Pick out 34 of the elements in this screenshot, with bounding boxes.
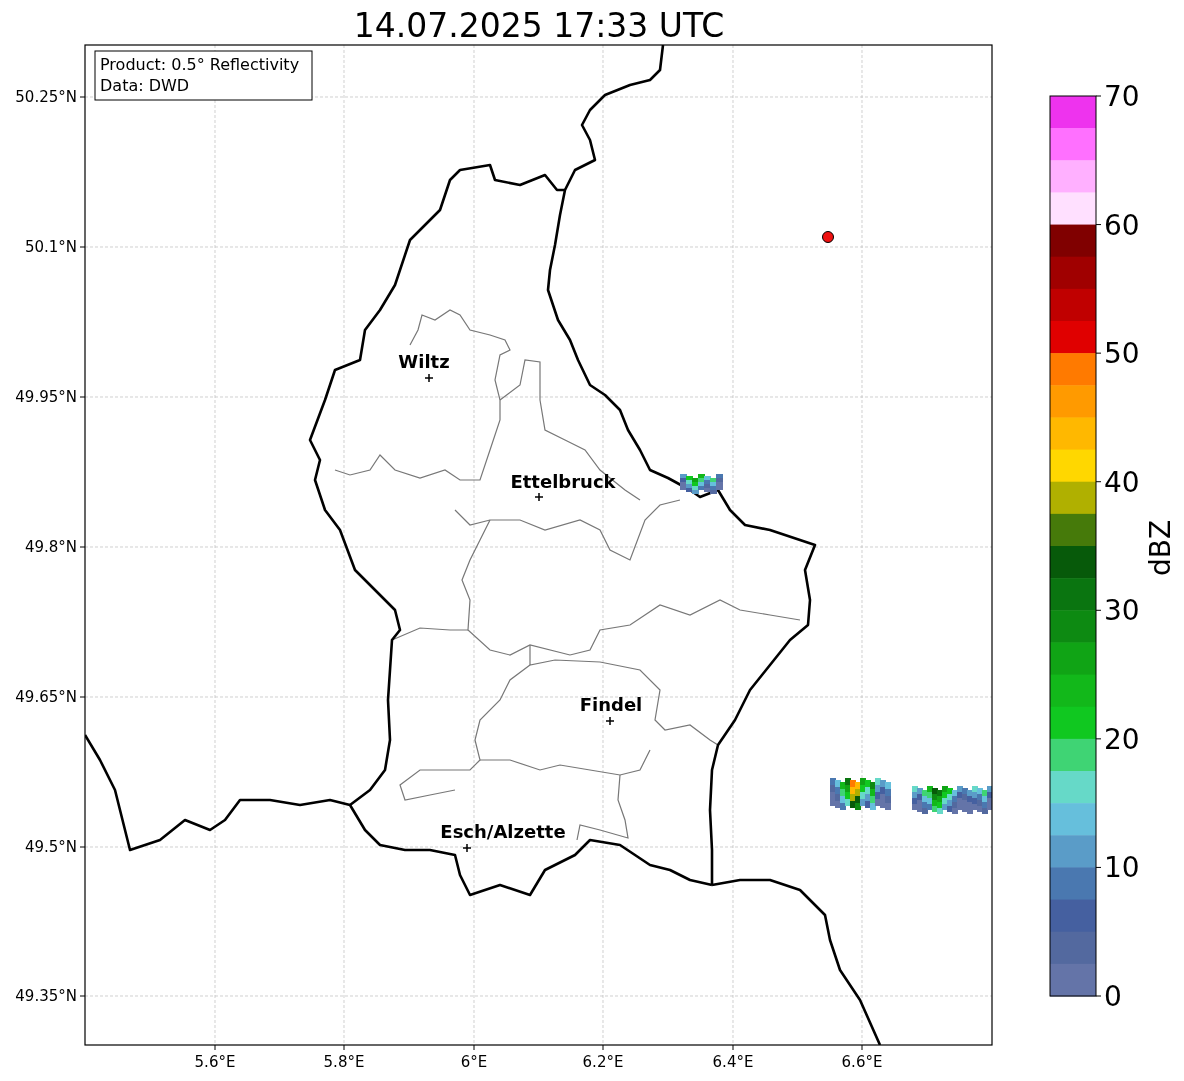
- axis-tick-label: 49.65°N: [15, 688, 77, 706]
- axis-tick-label: 6.2°E: [582, 1053, 624, 1071]
- axis-tick-label: 49.5°N: [24, 838, 77, 856]
- colorbar-label: dBZ: [1144, 519, 1177, 577]
- axis-tick-label: 49.8°N: [24, 538, 77, 556]
- chart-title: 14.07.2025 17:33 UTC: [353, 6, 725, 45]
- axis-tick-label: 49.35°N: [15, 987, 77, 1005]
- location-marker: [822, 231, 834, 243]
- colorbar-tick-label: 50: [1104, 337, 1140, 371]
- city-label: Findel: [579, 694, 643, 715]
- axis-tick-label: 6°E: [460, 1053, 488, 1071]
- colorbar-tick-label: 10: [1104, 851, 1140, 885]
- axis-tick-label: 50.1°N: [24, 238, 77, 256]
- colorbar-tick-label: 70: [1104, 80, 1140, 113]
- colorbar-tick-label: 0: [1104, 980, 1122, 1013]
- axis-tick-label: 5.6°E: [194, 1053, 236, 1071]
- city-marker-icon: [605, 716, 615, 726]
- axis-tick-label: 5.8°E: [323, 1053, 365, 1071]
- axis-tick-label: 6.4°E: [712, 1053, 754, 1071]
- axis-tick-label: 6.6°E: [841, 1053, 883, 1071]
- city-marker-icon: [534, 492, 544, 502]
- colorbar-tick-label: 20: [1104, 722, 1140, 756]
- city-label: Esch/Alzette: [440, 821, 566, 842]
- city-marker-icon: [462, 843, 472, 853]
- city-label: Wiltz: [398, 351, 450, 372]
- city-label: Ettelbruck: [510, 471, 616, 492]
- city-marker-icon: [424, 373, 434, 383]
- axis-tick-label: 49.95°N: [15, 388, 77, 406]
- colorbar-tick-label: 60: [1104, 208, 1140, 242]
- legend-text: Data: DWD: [100, 76, 190, 95]
- axis-tick-label: 50.25°N: [15, 88, 77, 106]
- legend-text: Product: 0.5° Reflectivity: [100, 55, 300, 74]
- colorbar-tick-label: 40: [1104, 465, 1140, 499]
- colorbar-tick-label: 30: [1104, 594, 1140, 628]
